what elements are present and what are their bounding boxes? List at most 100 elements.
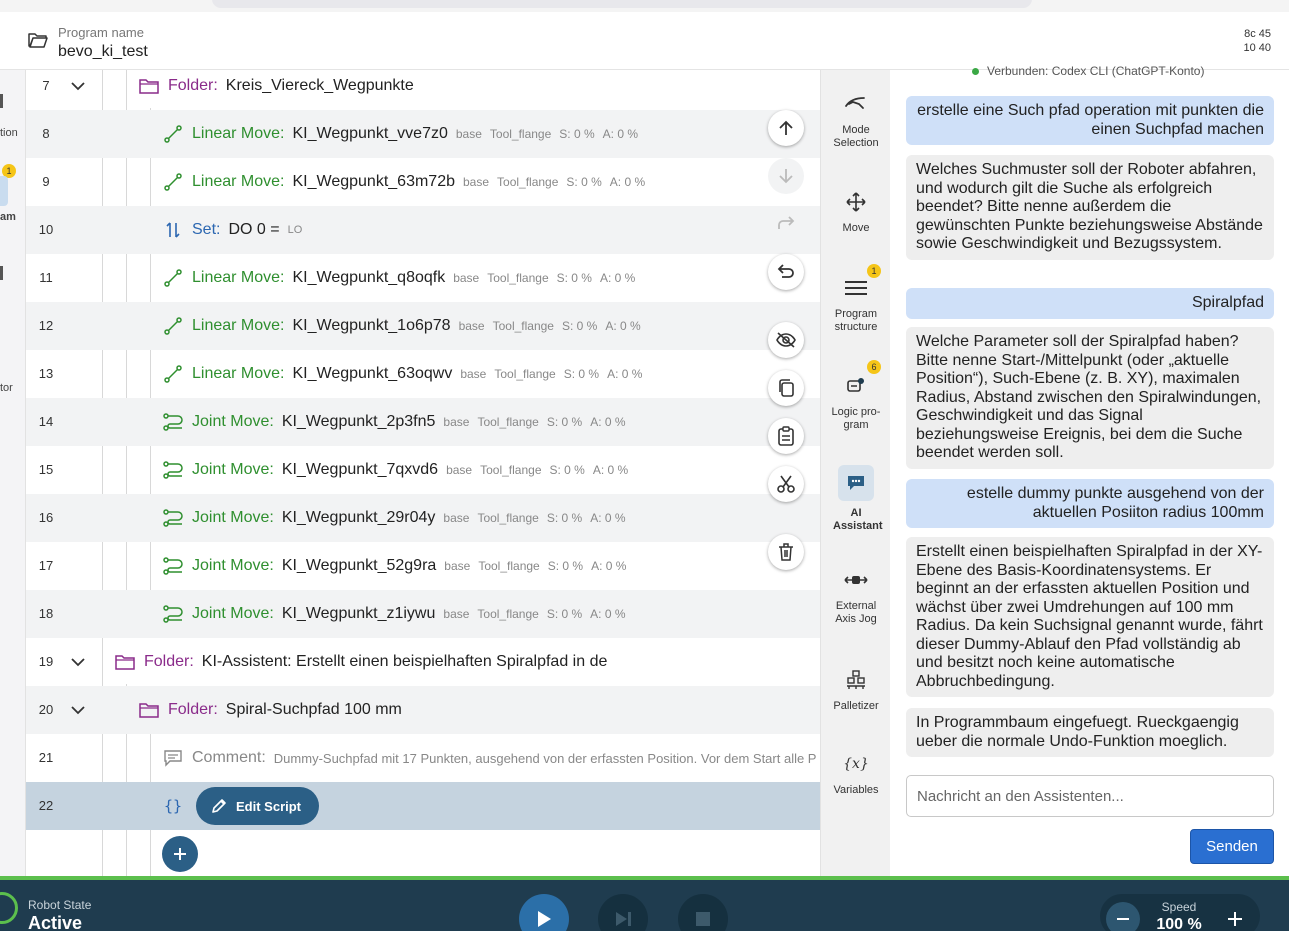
nav-icon-fragment[interactable] bbox=[0, 94, 3, 108]
add-node-button[interactable] bbox=[162, 836, 198, 872]
tree-row[interactable]: 16 Joint Move: KI_Wegpunkt_29r04y base T… bbox=[26, 494, 820, 542]
side-item-label: Program structure bbox=[834, 308, 878, 333]
side-item-logic-program[interactable]: 6 Logic pro-gram bbox=[821, 360, 891, 432]
nav-icon-fragment[interactable] bbox=[0, 266, 3, 280]
tree-row[interactable]: 19 Folder: KI-Assistent: Erstellt einen … bbox=[26, 638, 820, 686]
tree-row[interactable]: 17 Joint Move: KI_Wegpunkt_52g9ra base T… bbox=[26, 542, 820, 590]
row-name: Spiral-Suchpfad 100 mm bbox=[225, 701, 402, 718]
paste-button[interactable] bbox=[768, 418, 804, 454]
row-name: KI_Wegpunkt_2p3fn5 bbox=[281, 413, 436, 430]
tree-row[interactable]: 13 Linear Move: KI_Wegpunkt_63oqwv base … bbox=[26, 350, 820, 398]
tree-row-selected[interactable]: 22 {} Edit Script bbox=[26, 782, 820, 830]
move-down-button[interactable] bbox=[768, 158, 804, 194]
edit-script-button[interactable]: Edit Script bbox=[196, 787, 320, 825]
assistant-message: Welche Parameter soll der Spiralpfad hab… bbox=[906, 327, 1274, 469]
undo-button[interactable] bbox=[768, 254, 804, 290]
joint-move-icon bbox=[162, 603, 184, 625]
row-number: 11 bbox=[39, 270, 53, 285]
tree-row[interactable]: 11 Linear Move: KI_Wegpunkt_q8oqfk base … bbox=[26, 254, 820, 302]
row-number: 10 bbox=[38, 222, 54, 237]
side-item-label: Mode Selection bbox=[833, 124, 879, 149]
redo-button[interactable] bbox=[768, 206, 804, 242]
assistant-message: Erstellt einen beispielhaften Spiralpfad… bbox=[906, 537, 1274, 697]
send-button[interactable]: Senden bbox=[1190, 829, 1274, 864]
row-name: KI_Wegpunkt_1o6p78 bbox=[292, 317, 451, 334]
function-side-panel: Mode Selection Move 1 Program structure … bbox=[820, 70, 890, 876]
tree-row[interactable]: 20 Folder: Spiral-Suchpfad 100 mm bbox=[26, 686, 820, 734]
row-number: 16 bbox=[38, 510, 54, 525]
row-number: 17 bbox=[38, 558, 54, 573]
step-button[interactable] bbox=[598, 894, 648, 931]
address-bar[interactable] bbox=[212, 0, 1032, 8]
tree-row[interactable]: 14 Joint Move: KI_Wegpunkt_2p3fn5 base T… bbox=[26, 398, 820, 446]
badge: 6 bbox=[867, 360, 881, 374]
row-accel: A: 0 % bbox=[602, 127, 638, 141]
side-item-program-structure[interactable]: 1 Program structure bbox=[821, 264, 891, 334]
edit-script-label: Edit Script bbox=[236, 798, 302, 814]
copy-button[interactable] bbox=[768, 370, 804, 406]
row-keyword: Linear Move: bbox=[192, 173, 285, 190]
comment-icon bbox=[162, 747, 184, 769]
row-base: base bbox=[443, 607, 470, 621]
row-speed: S: 0 % bbox=[546, 607, 583, 621]
stop-button[interactable] bbox=[678, 894, 728, 931]
tree-row[interactable]: 8 Linear Move: KI_Wegpunkt_vve7z0 base T… bbox=[26, 110, 820, 158]
chat-message-input[interactable] bbox=[906, 775, 1274, 817]
row-accel: A: 0 % bbox=[590, 415, 626, 429]
folder-open-icon bbox=[28, 33, 48, 48]
chevron-down-icon[interactable] bbox=[70, 78, 86, 94]
side-item-mode-selection[interactable]: Mode Selection bbox=[821, 90, 891, 150]
move-up-button[interactable] bbox=[768, 110, 804, 146]
row-tool: Tool_flange bbox=[480, 463, 542, 477]
cut-button[interactable] bbox=[768, 466, 804, 502]
row-base: base bbox=[446, 463, 473, 477]
side-item-palletizer[interactable]: Palletizer bbox=[821, 666, 891, 713]
speed-increase-button[interactable] bbox=[1218, 902, 1252, 931]
row-name: KI_Wegpunkt_q8oqfk bbox=[292, 269, 446, 286]
tree-row[interactable]: 18 Joint Move: KI_Wegpunkt_z1iywu base T… bbox=[26, 590, 820, 638]
side-item-ai-assistant[interactable]: AI Assistant bbox=[821, 465, 891, 533]
side-item-label: AI Assistant bbox=[833, 507, 883, 532]
joint-move-icon bbox=[162, 411, 184, 433]
row-number: 19 bbox=[38, 654, 54, 669]
tree-row[interactable]: 7 Folder: Kreis_Viereck_Wegpunkte bbox=[26, 70, 820, 110]
script-icon: {} bbox=[163, 797, 183, 815]
row-accel: A: 0 % bbox=[590, 511, 626, 525]
row-name: KI_Wegpunkt_z1iywu bbox=[281, 605, 436, 622]
play-icon bbox=[538, 911, 551, 927]
folder-icon bbox=[138, 699, 160, 721]
hide-button[interactable] bbox=[768, 322, 804, 358]
side-item-variables[interactable]: {x} Variables bbox=[821, 750, 891, 797]
row-accel: A: 0 % bbox=[605, 319, 641, 333]
nav-item-label-fragment[interactable]: tor bbox=[0, 382, 13, 394]
row-tool: Tool_flange bbox=[489, 127, 552, 141]
side-item-move[interactable]: Move bbox=[821, 188, 891, 235]
tree-row[interactable]: 10 Set: DO 0 = LO bbox=[26, 206, 820, 254]
row-accel: A: 0 % bbox=[591, 559, 627, 573]
speed-decrease-button[interactable] bbox=[1106, 902, 1140, 931]
chevron-down-icon[interactable] bbox=[70, 702, 86, 718]
row-tool: Tool_flange bbox=[487, 271, 549, 285]
chevron-down-icon[interactable] bbox=[70, 654, 86, 670]
delete-button[interactable] bbox=[768, 534, 804, 570]
play-button[interactable] bbox=[519, 894, 569, 931]
linear-move-icon bbox=[162, 171, 184, 193]
nav-item-selected[interactable] bbox=[0, 176, 8, 206]
move-arrows-icon bbox=[846, 192, 866, 212]
tree-row[interactable]: 15 Joint Move: KI_Wegpunkt_7qxvd6 base T… bbox=[26, 446, 820, 494]
nav-item-label-fragment[interactable]: tion bbox=[0, 127, 18, 139]
side-item-label: Palletizer bbox=[833, 700, 879, 712]
row-keyword: Linear Move: bbox=[192, 365, 285, 382]
row-number: 21 bbox=[38, 750, 54, 765]
variables-icon: {x} bbox=[843, 755, 869, 772]
tree-row[interactable]: 12 Linear Move: KI_Wegpunkt_1o6p78 base … bbox=[26, 302, 820, 350]
connection-status: Verbunden: Codex CLI (ChatGPT-Konto) bbox=[972, 64, 1204, 78]
nav-item-label-fragment[interactable]: am bbox=[0, 211, 16, 223]
program-name[interactable]: bevo_ki_test bbox=[58, 43, 148, 61]
status-dot-icon bbox=[972, 67, 979, 75]
tree-row[interactable]: 9 Linear Move: KI_Wegpunkt_63m72b base T… bbox=[26, 158, 820, 206]
row-number: 8 bbox=[42, 126, 50, 141]
tree-row[interactable]: 21 Comment: Dummy-Suchpfad mit 17 Punkte… bbox=[26, 734, 820, 782]
side-item-external-axis-jog[interactable]: External Axis Jog bbox=[821, 566, 891, 626]
chat-bubble-icon bbox=[848, 476, 864, 490]
